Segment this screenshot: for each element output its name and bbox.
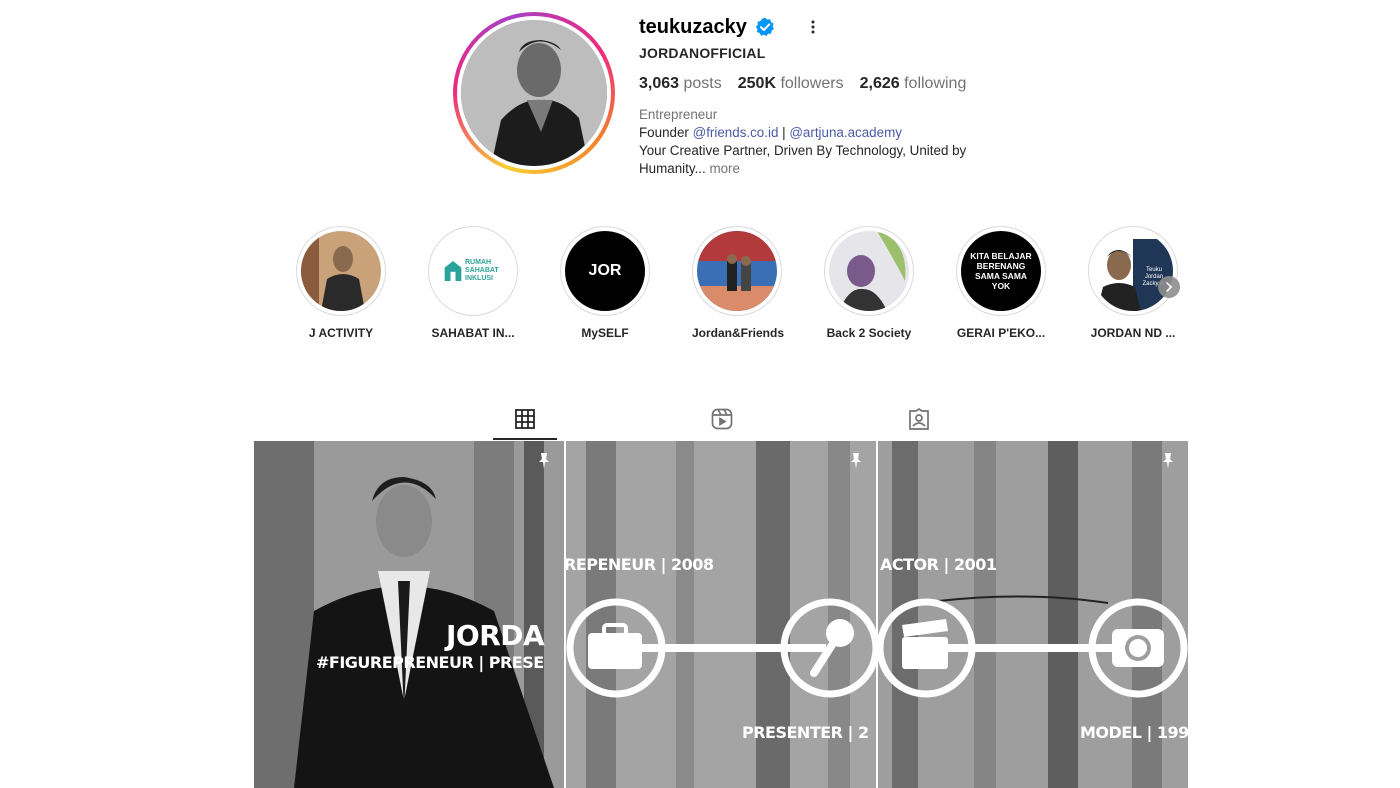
highlight-j-activity[interactable]: J ACTIVITY (296, 226, 386, 340)
bio-more-link[interactable]: more (706, 161, 740, 176)
highlight-thumbnail (697, 231, 777, 311)
post-overlay-bottom: MODEL | 199 (1080, 723, 1188, 742)
highlight-thumbnail: JOR (565, 231, 645, 311)
highlight-inner-text: JOR (588, 262, 622, 279)
pinned-icon (539, 453, 549, 469)
highlight-label: J ACTIVITY (308, 326, 374, 340)
profile-stats: 3,063 posts 250K followers 2,626 followi… (639, 75, 966, 93)
reels-icon (711, 408, 733, 430)
grid-icon (515, 409, 535, 429)
highlight-label: JORDAN ND ... (1090, 326, 1176, 340)
more-options-icon[interactable] (803, 17, 823, 37)
highlight-thumbnail: Teuku Jordan Zacky A. (1093, 231, 1173, 311)
pinned-icon (851, 453, 861, 469)
highlight-inner-text: KITA BELAJAR BERENANG SAMA SAMA YOK (970, 251, 1032, 291)
post-overlay-title: JORDA (446, 619, 545, 652)
highlight-label: GERAI P'EKO... (956, 326, 1046, 340)
highlight-back-2-society[interactable]: Back 2 Society (824, 226, 914, 340)
highlight-thumbnail (301, 231, 381, 311)
story-highlights: J ACTIVITY RUMAH SAHABAT INKLUSI SAHABAT… (296, 226, 1186, 346)
tagged-icon (909, 407, 929, 430)
highlight-thumbnail: KITA BELAJAR BERENANG SAMA SAMA YOK (961, 231, 1041, 311)
avatar-photo (461, 20, 607, 166)
rumah-logo-icon (444, 261, 462, 281)
highlight-thumbnail (829, 231, 909, 311)
bio-link-friends[interactable]: @friends.co.id (693, 125, 779, 140)
highlight-thumbnail: RUMAH SAHABAT INKLUSI (433, 231, 513, 311)
highlight-label: Back 2 Society (826, 326, 912, 340)
highlight-label: Jordan&Friends (692, 326, 785, 340)
profile-username: teukuzacky (639, 15, 747, 38)
bio-link-artjuna[interactable]: @artjuna.academy (789, 125, 902, 140)
highlight-myself[interactable]: JOR MySELF (560, 226, 650, 340)
following-link[interactable]: 2,626 following (860, 75, 967, 93)
profile-full-name: JORDANOFFICIAL (639, 45, 766, 61)
post-tile[interactable]: REPENEUR | 2008 PRESENTER | 2 (566, 441, 876, 788)
post-overlay-subtitle: #FIGUREPRENEUR | PRESE (316, 653, 544, 672)
posts-count: 3,063 posts (639, 75, 722, 92)
post-overlay-bottom: PRESENTER | 2 (742, 723, 869, 742)
followers-link[interactable]: 250K followers (738, 75, 844, 93)
tab-posts[interactable] (493, 398, 557, 440)
pinned-icon (1163, 453, 1173, 469)
highlight-gerai-peko[interactable]: KITA BELAJAR BERENANG SAMA SAMA YOK GERA… (956, 226, 1046, 340)
post-tile[interactable]: ACTOR | 2001 MODEL | 199 (878, 441, 1188, 788)
post-tile[interactable]: JORDA #FIGUREPRENEUR | PRESE (254, 441, 564, 788)
post-overlay-top: ACTOR | 2001 (880, 555, 997, 574)
chevron-right-icon (1166, 282, 1173, 292)
post-overlay-top: REPENEUR | 2008 (566, 555, 714, 574)
tab-tagged[interactable] (887, 398, 951, 440)
post-image (254, 441, 564, 788)
posts-grid: JORDA #FIGUREPRENEUR | PRESE REPENEUR | … (254, 441, 1189, 788)
highlights-next-button[interactable] (1158, 276, 1180, 298)
highlight-label: MySELF (581, 326, 629, 340)
verified-badge-icon (755, 17, 774, 36)
highlight-jordan-friends[interactable]: Jordan&Friends (692, 226, 785, 340)
tab-reels[interactable] (690, 398, 754, 440)
highlight-inner-text: RUMAH SAHABAT INKLUSI (465, 259, 499, 282)
bio-founder-line: Founder @friends.co.id | @artjuna.academ… (639, 125, 902, 140)
profile-tabs (254, 398, 1189, 440)
profile-avatar[interactable] (453, 12, 615, 174)
bio-category: Entrepreneur (639, 107, 718, 122)
profile-bio: Entrepreneur Founder @friends.co.id | @a… (639, 106, 999, 178)
bio-text: Your Creative Partner, Driven By Technol… (639, 143, 967, 176)
highlight-sahabat[interactable]: RUMAH SAHABAT INKLUSI SAHABAT IN... (428, 226, 518, 340)
highlight-label: SAHABAT IN... (431, 326, 515, 340)
